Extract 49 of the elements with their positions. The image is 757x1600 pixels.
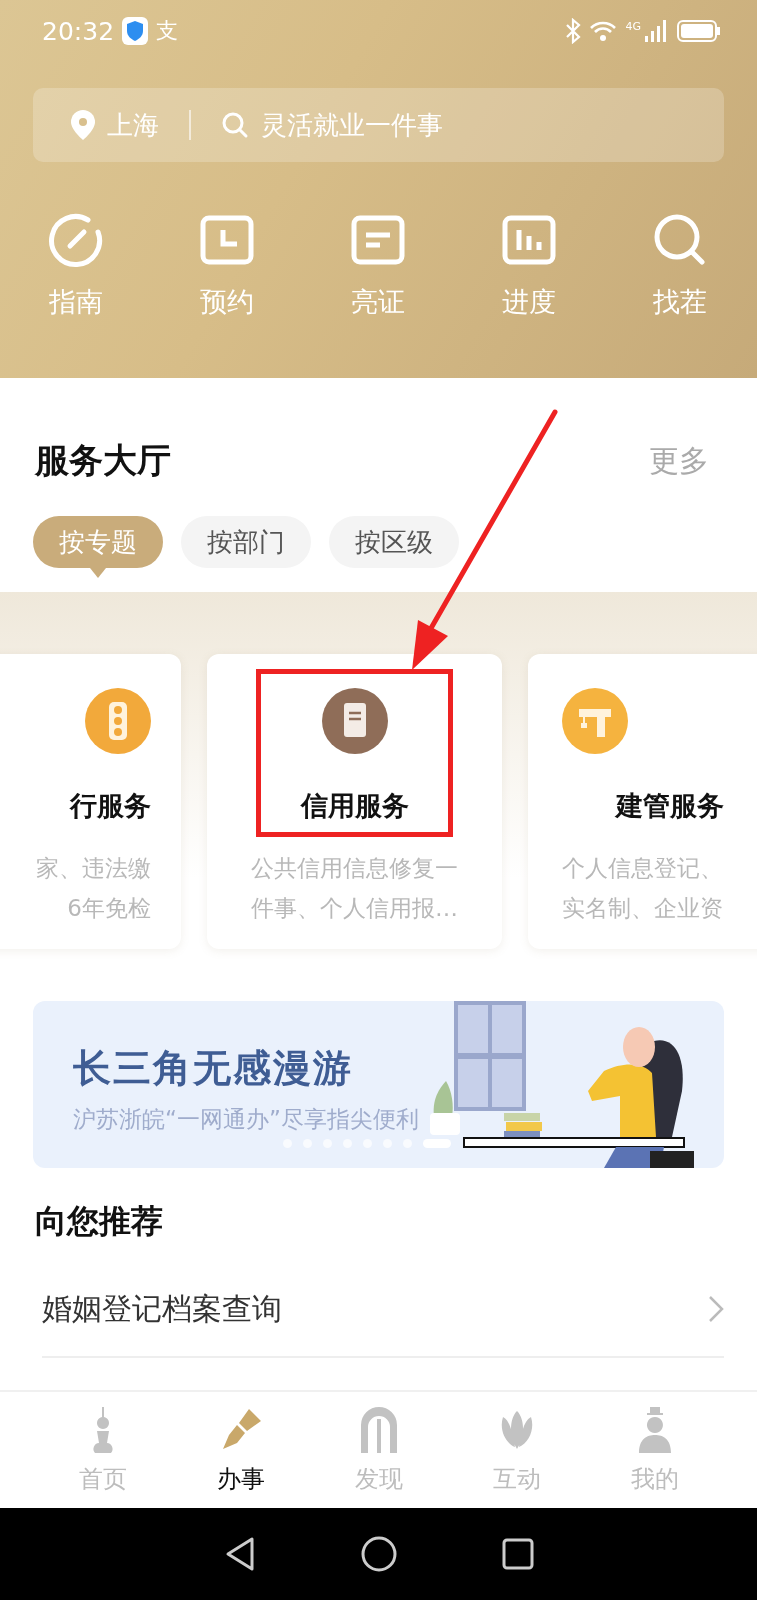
card-title: 建管服务 — [616, 789, 724, 823]
service-card[interactable]: 建管服务 个人信息登记、 实名制、企业资 — [528, 654, 757, 949]
card-description: 公共信用信息修复一件事、个人信用报… — [250, 854, 459, 923]
status-time: 20:32 — [42, 16, 115, 46]
tab-bar-item[interactable]: 互动 — [447, 1392, 586, 1510]
quick-action-label[interactable]: 进度 — [501, 284, 556, 320]
recommendation-item[interactable]: 婚姻登记档案查询 — [42, 1262, 724, 1358]
filter-chip[interactable]: 按部门 — [181, 516, 311, 568]
promo-banner[interactable]: 长三角无感漫游 沪苏浙皖“一网通办”尽享指尖便利 — [33, 1001, 724, 1168]
card-title: 信用服务 — [300, 789, 409, 823]
quick-action-label[interactable]: 找茬 — [652, 284, 707, 320]
card-title: 行服务 — [70, 789, 151, 823]
notification-glyph: 支 — [156, 17, 179, 45]
gauge-icon — [47, 212, 104, 268]
service-card[interactable]: 信用服务 公共信用信息修复一件事、个人信用报… — [207, 654, 502, 949]
quick-action-label[interactable]: 亮证 — [350, 284, 405, 320]
quick-action-label[interactable]: 指南 — [48, 284, 103, 320]
chevron-right-icon — [708, 1295, 724, 1323]
banner-subtitle: 沪苏浙皖“一网通办”尽享指尖便利 — [73, 1105, 419, 1134]
card-description: 家、违法缴 6年免检 — [36, 854, 151, 923]
section-title: 服务大厅 — [35, 439, 171, 482]
service-card[interactable]: 行服务 家、违法缴 6年免检 — [0, 654, 181, 949]
filter-chip[interactable]: 按区级 — [329, 516, 459, 568]
signal-icon — [645, 20, 669, 42]
city-label[interactable]: 上海 — [107, 107, 159, 143]
home-circle-icon[interactable] — [360, 1536, 397, 1572]
card-description: 个人信息登记、 实名制、企业资 — [562, 854, 723, 923]
more-link[interactable]: 更多 — [649, 440, 709, 482]
tab-bar-item[interactable]: 首页 — [33, 1392, 172, 1510]
bluetooth-icon — [565, 18, 582, 44]
shield-icon — [122, 17, 149, 45]
search-icon — [221, 111, 249, 139]
tab-bar-item[interactable]: 我的 — [585, 1392, 724, 1510]
search-bar[interactable]: 上海 灵活就业一件事 — [33, 88, 724, 162]
wifi-icon — [589, 20, 618, 42]
tab-bar-item[interactable]: 发现 — [309, 1392, 448, 1510]
recent-apps-icon[interactable] — [501, 1538, 534, 1570]
banner-title: 长三角无感漫游 — [73, 1045, 354, 1092]
quick-action-label[interactable]: 预约 — [199, 284, 254, 320]
battery-icon — [677, 20, 721, 42]
network-type: 4G — [625, 20, 641, 33]
document-icon — [321, 688, 388, 754]
chip-pointer — [90, 568, 106, 578]
location-pin-icon — [71, 110, 95, 140]
search-placeholder: 灵活就业一件事 — [261, 108, 443, 142]
section-title: 向您推荐 — [34, 1201, 164, 1242]
crane-icon — [562, 688, 628, 754]
traffic-light-icon — [85, 688, 151, 754]
tab-bar-item[interactable]: 办事 — [171, 1392, 310, 1510]
